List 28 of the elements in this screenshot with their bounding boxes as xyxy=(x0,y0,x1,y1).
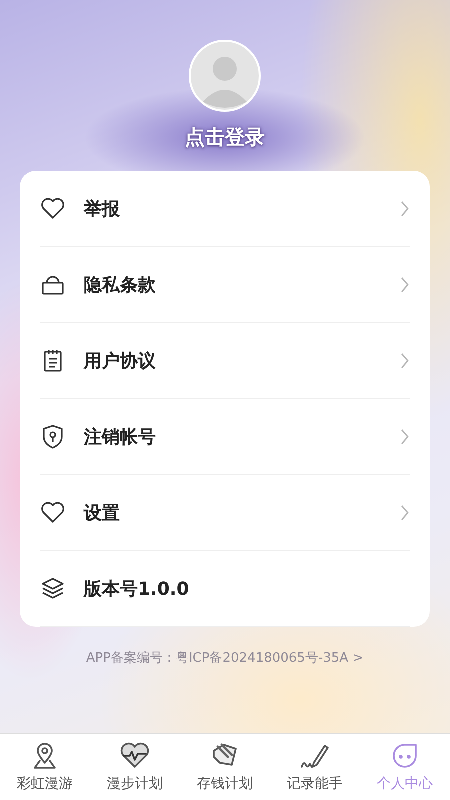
heart-icon xyxy=(40,196,66,222)
tab[interactable]: 存钱计划 xyxy=(180,734,270,800)
menu-item[interactable]: 举报 xyxy=(40,171,410,247)
menu-item[interactable]: 版本号1.0.0 xyxy=(40,551,410,627)
chevron-icon xyxy=(400,504,410,522)
menu-label: 版本号1.0.0 xyxy=(84,578,190,600)
menu-label: 设置 xyxy=(84,502,121,524)
layers-icon xyxy=(40,576,66,602)
heart-icon xyxy=(40,500,66,526)
menu-item[interactable]: 用户协议 xyxy=(40,323,410,399)
avatar-icon[interactable] xyxy=(189,40,261,112)
chevron-icon xyxy=(400,352,410,370)
tab[interactable]: 彩虹漫游 xyxy=(0,734,90,800)
menu-item[interactable]: 设置 xyxy=(40,475,410,551)
menu-label: 用户协议 xyxy=(84,350,157,372)
face-icon xyxy=(390,741,420,771)
chevron-icon xyxy=(400,276,410,294)
shield-icon xyxy=(40,424,66,450)
menu-label: 隐私条款 xyxy=(84,274,157,296)
tab[interactable]: 漫步计划 xyxy=(90,734,180,800)
tab[interactable]: 记录能手 xyxy=(270,734,360,800)
menu-label: 举报 xyxy=(84,198,121,220)
chevron-icon xyxy=(400,428,410,446)
heartbeat-icon xyxy=(120,741,150,771)
menu-label: 注销帐号 xyxy=(84,426,157,448)
chevron-icon xyxy=(400,200,410,218)
menu-item[interactable]: 隐私条款 xyxy=(40,247,410,323)
menu-item[interactable]: 注销帐号 xyxy=(40,399,410,475)
